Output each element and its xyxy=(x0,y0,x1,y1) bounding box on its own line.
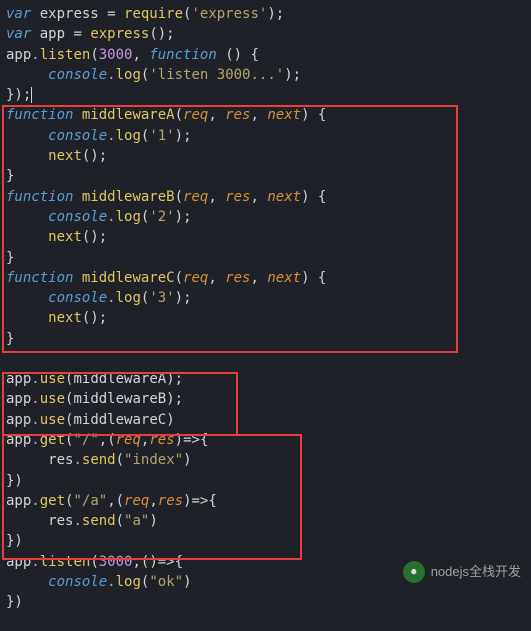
code-line: }) xyxy=(6,592,525,612)
code-line: }); xyxy=(6,85,525,105)
text-cursor xyxy=(31,87,32,103)
code-line: next(); xyxy=(6,146,525,166)
code-line: console.log('2'); xyxy=(6,207,525,227)
code-line: } xyxy=(6,248,525,268)
code-line: function middlewareB(req, res, next) { xyxy=(6,187,525,207)
code-line: console.log('3'); xyxy=(6,288,525,308)
code-line: app.get("/a",(req,res)=>{ xyxy=(6,491,525,511)
code-line: app.use(middlewareB); xyxy=(6,389,525,409)
code-line: }) xyxy=(6,471,525,491)
code-line: res.send("a") xyxy=(6,511,525,531)
watermark-text: nodejs全栈开发 xyxy=(431,563,521,582)
code-line: } xyxy=(6,166,525,186)
code-editor[interactable]: var express = require('express'); var ap… xyxy=(0,0,531,617)
code-line: next(); xyxy=(6,227,525,247)
code-line: app.get("/",(req,res)=>{ xyxy=(6,430,525,450)
code-line: app.use(middlewareA); xyxy=(6,369,525,389)
code-line: function middlewareC(req, res, next) { xyxy=(6,268,525,288)
code-line: }) xyxy=(6,531,525,551)
wechat-icon: ● xyxy=(403,561,425,583)
code-line: var app = express(); xyxy=(6,24,525,44)
code-line: app.listen(3000, function () { xyxy=(6,45,525,65)
code-line: next(); xyxy=(6,308,525,328)
code-line: } xyxy=(6,329,525,349)
code-line: console.log('1'); xyxy=(6,126,525,146)
code-line: console.log('listen 3000...'); xyxy=(6,65,525,85)
code-line: res.send("index") xyxy=(6,450,525,470)
code-line: function middlewareA(req, res, next) { xyxy=(6,105,525,125)
code-line: var express = require('express'); xyxy=(6,4,525,24)
watermark: ● nodejs全栈开发 xyxy=(403,561,521,583)
code-line: app.use(middlewareC) xyxy=(6,410,525,430)
code-line xyxy=(6,349,525,369)
